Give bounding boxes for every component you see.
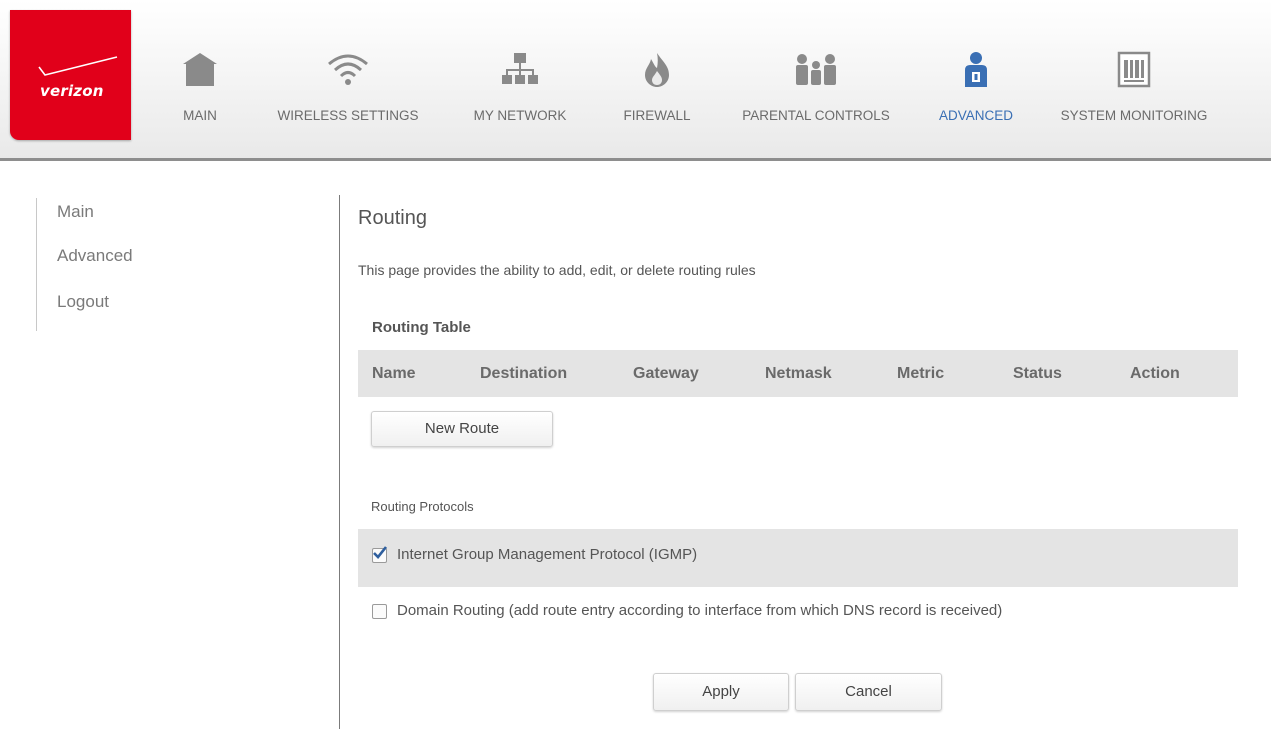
advanced-user-icon: [965, 52, 987, 87]
top-navigation-bar: verizon MAIN WIRELESS SETTINGS MY NETWOR…: [0, 0, 1271, 161]
logo-text: verizon: [40, 82, 104, 100]
flame-icon: [645, 53, 669, 87]
column-header-name: Name: [372, 365, 416, 382]
nav-main[interactable]: MAIN: [168, 50, 232, 135]
verizon-logo[interactable]: verizon: [10, 10, 131, 140]
nav-label-parental-controls: PARENTAL CONTROLS: [742, 108, 890, 123]
sidebar-item-main[interactable]: Main: [57, 202, 94, 222]
nav-label-system-monitoring: SYSTEM MONITORING: [1060, 108, 1208, 123]
column-header-status: Status: [1013, 365, 1062, 382]
nav-system-monitoring[interactable]: SYSTEM MONITORING: [1048, 50, 1220, 135]
routing-table-header: Name Destination Gateway Netmask Metric …: [358, 350, 1238, 397]
protocol-row-domain-routing: Domain Routing (add route entry accordin…: [358, 585, 1238, 643]
nav-label-my-network: MY NETWORK: [473, 108, 567, 123]
sidebar: Main Advanced Logout: [36, 198, 237, 331]
network-icon: [502, 53, 538, 84]
column-header-gateway: Gateway: [633, 365, 699, 382]
nav-parental-controls[interactable]: PARENTAL CONTROLS: [728, 50, 904, 135]
column-header-metric: Metric: [897, 365, 945, 382]
page-title: Routing: [358, 207, 427, 229]
column-header-netmask: Netmask: [765, 365, 832, 382]
nav-label-wireless-settings: WIRELESS SETTINGS: [277, 108, 419, 123]
nav-label-main: MAIN: [183, 108, 217, 123]
logo-check-mark-icon: [38, 56, 118, 76]
nav-label-advanced: ADVANCED: [938, 108, 1013, 123]
routing-protocols-title: Routing Protocols: [371, 499, 474, 514]
igmp-label: Internet Group Management Protocol (IGMP…: [397, 546, 698, 563]
page-description: This page provides the ability to add, e…: [358, 262, 756, 278]
wifi-icon: [328, 54, 368, 85]
nav-wireless-settings[interactable]: WIRELESS SETTINGS: [266, 50, 430, 135]
new-route-button[interactable]: New Route: [371, 411, 553, 447]
nav-label-firewall: FIREWALL: [623, 108, 691, 123]
domain-routing-label: Domain Routing (add route entry accordin…: [397, 602, 1003, 619]
protocol-row-igmp: Internet Group Management Protocol (IGMP…: [358, 529, 1238, 587]
cancel-button[interactable]: Cancel: [795, 673, 942, 711]
nav-firewall[interactable]: FIREWALL: [612, 50, 702, 135]
column-header-destination: Destination: [480, 365, 568, 382]
checkmark-icon: [373, 546, 388, 559]
igmp-checkbox[interactable]: [372, 546, 388, 563]
apply-button[interactable]: Apply: [653, 673, 789, 711]
sidebar-item-logout[interactable]: Logout: [57, 292, 109, 312]
family-icon: [796, 54, 836, 85]
domain-routing-checkbox[interactable]: [372, 604, 387, 619]
content-divider: [339, 195, 340, 729]
home-icon: [183, 53, 217, 86]
sidebar-item-advanced[interactable]: Advanced: [57, 246, 133, 266]
nav-my-network[interactable]: MY NETWORK: [464, 50, 576, 135]
column-header-action: Action: [1130, 365, 1180, 382]
nav-advanced[interactable]: ADVANCED: [928, 50, 1024, 135]
monitor-icon: [1117, 51, 1151, 88]
routing-table-title: Routing Table: [372, 319, 471, 336]
